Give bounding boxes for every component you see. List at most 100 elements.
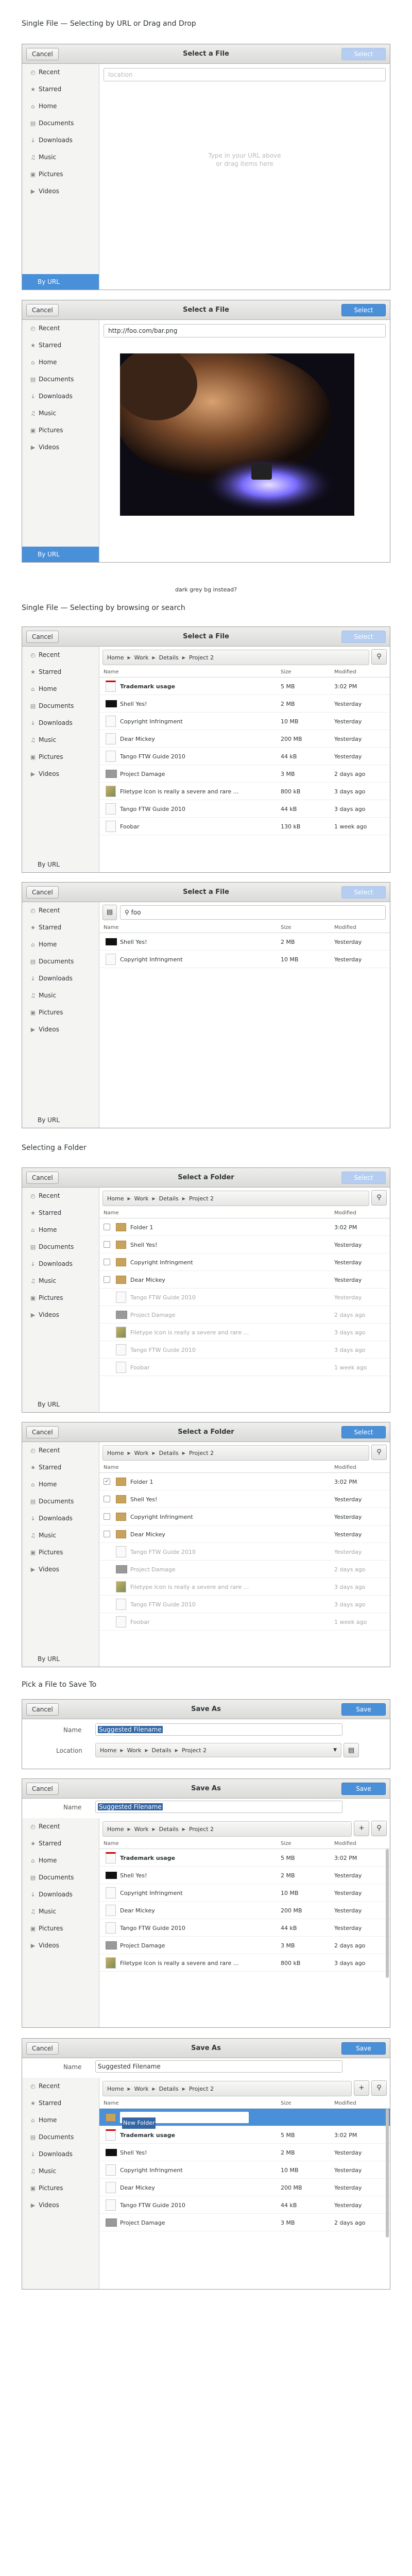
sidebar-item-by-url[interactable]: By URL	[22, 1397, 99, 1412]
filename-input[interactable]: Suggested Filename	[95, 2060, 342, 2073]
sidebar-item-home[interactable]: ⌂ Home	[22, 1222, 99, 1239]
list-item[interactable]: Project Damage 3 MB 2 days ago	[99, 2214, 390, 2231]
sidebar-item-documents[interactable]: ▤ Documents	[22, 698, 99, 715]
col-name[interactable]: Name	[104, 925, 119, 930]
scrollbar[interactable]	[386, 1849, 389, 1978]
sidebar-item-music[interactable]: ♫ Music	[22, 1527, 99, 1544]
list-item[interactable]: Project Damage 3 MB 2 days ago	[99, 1937, 390, 1954]
sidebar-item-starred[interactable]: ★ Starred	[22, 919, 99, 936]
save-button[interactable]: Save	[341, 1703, 386, 1716]
breadcrumb-item[interactable]: Home	[107, 1195, 124, 1202]
sidebar-item-by-url[interactable]: By URL	[22, 1651, 99, 1667]
list-item[interactable]: Trademark usage 5 MB 3:02 PM	[99, 1849, 390, 1867]
list-item[interactable]: Tango FTW Guide 2010 44 kB Yesterday	[99, 1919, 390, 1937]
breadcrumb-item[interactable]: Details	[159, 2086, 179, 2092]
col-name[interactable]: Name	[104, 2100, 119, 2106]
breadcrumb-item[interactable]: Work	[134, 1195, 149, 1202]
col-modified[interactable]: Modified	[334, 1841, 356, 1846]
col-size[interactable]: Size	[281, 669, 291, 675]
select-button[interactable]: Select	[341, 631, 386, 643]
select-button[interactable]: Select	[341, 304, 386, 316]
sidebar-item-recent[interactable]: ◴ Recent	[22, 320, 99, 337]
list-item[interactable]: Dear Mickey 200 MB Yesterday	[99, 730, 390, 748]
breadcrumb-item[interactable]: Work	[134, 654, 149, 661]
select-button[interactable]: Select	[341, 886, 386, 899]
sidebar-item-pictures[interactable]: ▣ Pictures	[22, 749, 99, 766]
sidebar-item-by-url[interactable]: By URL	[22, 547, 99, 562]
breadcrumb-item[interactable]: Project 2	[189, 654, 214, 661]
col-name[interactable]: Name	[104, 1210, 119, 1216]
sidebar-item-music[interactable]: ♫ Music	[22, 1903, 99, 1920]
sidebar-item-home[interactable]: ⌂ Home	[22, 354, 99, 371]
list-item[interactable]: Filetype Icon is really a severe and rar…	[99, 1954, 390, 1972]
sidebar-item-home[interactable]: ⌂ Home	[22, 1476, 99, 1493]
save-button[interactable]: Save	[341, 1783, 386, 1795]
new-folder-name-input[interactable]: New Folder	[120, 2112, 249, 2129]
breadcrumb-item[interactable]: Project 2	[182, 1747, 207, 1754]
sidebar-item-home[interactable]: ⌂ Home	[22, 2112, 99, 2129]
new-folder-button[interactable]: ▤	[344, 1743, 359, 1757]
breadcrumb-item[interactable]: Project 2	[189, 1195, 214, 1202]
list-item[interactable]: Shell Yes! 2 MB Yesterday	[99, 1867, 390, 1884]
col-size[interactable]: Size	[281, 2100, 291, 2106]
breadcrumb-item[interactable]: Home	[100, 1747, 116, 1754]
location-combo[interactable]: Home ▶ Work ▶ Details ▶ Project 2 ▼	[95, 1743, 341, 1757]
sidebar-item-music[interactable]: ♫ Music	[22, 732, 99, 749]
sidebar-item-downloads[interactable]: ↓ Downloads	[22, 1256, 99, 1273]
sidebar-item-pictures[interactable]: ▣ Pictures	[22, 1544, 99, 1561]
list-item[interactable]: Shell Yes! 2 MB Yesterday	[99, 933, 390, 951]
new-folder-row[interactable]: New Folder	[99, 2109, 390, 2129]
sidebar-item-videos[interactable]: ▶ Videos	[22, 1021, 99, 1038]
list-item[interactable]: Tango FTW Guide 2010 Yesterday	[99, 1289, 390, 1306]
sidebar-item-recent[interactable]: ◴ Recent	[22, 2078, 99, 2095]
list-item[interactable]: Copyright Infringment 10 MB Yesterday	[99, 2161, 390, 2179]
breadcrumb-item[interactable]: Home	[107, 1450, 124, 1456]
sidebar-item-recent[interactable]: ◴ Recent	[22, 1818, 99, 1835]
list-item[interactable]: Trademark usage 5 MB 3:02 PM	[99, 677, 390, 695]
list-item[interactable]: Foobar 1 week ago	[99, 1359, 390, 1376]
list-item[interactable]: Trademark usage 5 MB 3:02 PM	[99, 2126, 390, 2144]
breadcrumb-item[interactable]: Home	[107, 654, 124, 661]
col-modified[interactable]: Modified	[334, 2100, 356, 2106]
sidebar-item-starred[interactable]: ★ Starred	[22, 2095, 99, 2112]
col-modified[interactable]: Modified	[334, 669, 356, 675]
list-item[interactable]: Project Damage 2 days ago	[99, 1561, 390, 1578]
search-button[interactable]: ⚲	[371, 1821, 387, 1836]
sidebar-item-by-url[interactable]: By URL	[22, 274, 99, 290]
list-item[interactable]: Dear Mickey Yesterday	[99, 1526, 390, 1543]
sidebar-item-starred[interactable]: ★ Starred	[22, 1835, 99, 1852]
col-name[interactable]: Name	[104, 669, 119, 675]
list-item[interactable]: Tango FTW Guide 2010 3 days ago	[99, 1596, 390, 1613]
sidebar-item-pictures[interactable]: ▣ Pictures	[22, 422, 99, 439]
checkbox[interactable]	[104, 1513, 110, 1520]
sidebar-item-documents[interactable]: ▤ Documents	[22, 2129, 99, 2146]
list-item[interactable]: Foobar 1 week ago	[99, 1613, 390, 1631]
checkbox[interactable]	[104, 1276, 110, 1283]
sidebar-item-downloads[interactable]: ↓ Downloads	[22, 1510, 99, 1527]
sidebar-item-starred[interactable]: ★ Starred	[22, 81, 99, 98]
sidebar-item-videos[interactable]: ▶ Videos	[22, 1937, 99, 1954]
list-item[interactable]: Dear Mickey 200 MB Yesterday	[99, 1902, 390, 1919]
sidebar-item-pictures[interactable]: ▣ Pictures	[22, 1920, 99, 1937]
list-item[interactable]: Shell Yes! Yesterday	[99, 1490, 390, 1508]
save-button[interactable]: Save	[341, 2042, 386, 2055]
sidebar-item-music[interactable]: ♫ Music	[22, 149, 99, 166]
checkbox[interactable]	[104, 1241, 110, 1248]
col-size[interactable]: Size	[281, 1841, 291, 1846]
breadcrumb-item[interactable]: Details	[159, 1450, 179, 1456]
sidebar-item-by-url[interactable]: By URL	[22, 1112, 99, 1128]
filename-input[interactable]: Suggested Filename	[95, 1801, 342, 1813]
select-button[interactable]: Select	[341, 48, 386, 60]
breadcrumb-item[interactable]: Details	[159, 654, 179, 661]
sidebar-item-videos[interactable]: ▶ Videos	[22, 183, 99, 200]
sidebar-item-documents[interactable]: ▤ Documents	[22, 953, 99, 970]
col-modified[interactable]: Modified	[334, 925, 356, 930]
sidebar-item-downloads[interactable]: ↓ Downloads	[22, 388, 99, 405]
sidebar-item-pictures[interactable]: ▣ Pictures	[22, 2180, 99, 2197]
sidebar-item-starred[interactable]: ★ Starred	[22, 664, 99, 681]
col-name[interactable]: Name	[104, 1465, 119, 1470]
sidebar-item-by-url[interactable]: By URL	[22, 857, 99, 872]
sidebar-item-starred[interactable]: ★ Starred	[22, 1205, 99, 1222]
search-input[interactable]: ⚲ foo	[120, 905, 386, 920]
list-item[interactable]: Tango FTW Guide 2010 44 kB 3 days ago	[99, 800, 390, 818]
